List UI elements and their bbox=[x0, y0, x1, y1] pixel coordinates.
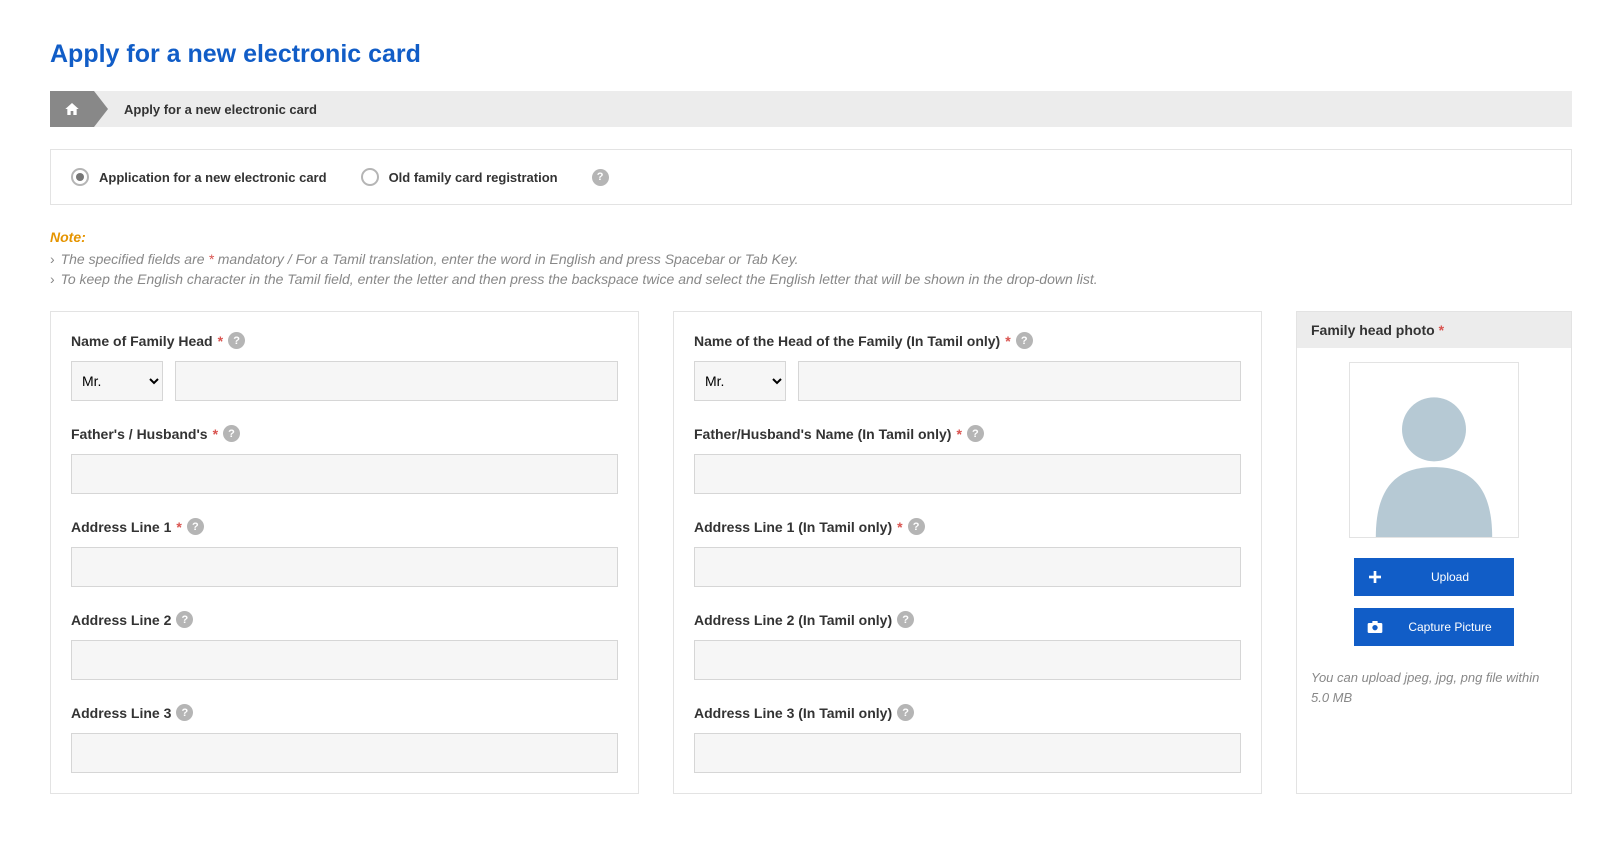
address2-tamil-input[interactable] bbox=[694, 640, 1241, 680]
form-tamil-card: Name of the Head of the Family (In Tamil… bbox=[673, 311, 1262, 794]
note-label: Note: bbox=[50, 229, 1572, 245]
note-text: To keep the English character in the Tam… bbox=[61, 271, 1098, 287]
upload-label: Upload bbox=[1396, 570, 1514, 584]
note-text: The specified fields are bbox=[61, 251, 209, 267]
address3-tamil-input[interactable] bbox=[694, 733, 1241, 773]
name-head-label: Name of Family Head* ? bbox=[71, 332, 618, 349]
name-head-input[interactable] bbox=[175, 361, 618, 401]
home-icon[interactable] bbox=[50, 91, 94, 127]
help-icon[interactable]: ? bbox=[223, 425, 240, 442]
address3-label: Address Line 3 ? bbox=[71, 704, 618, 721]
application-type-panel: Application for a new electronic card Ol… bbox=[50, 149, 1572, 205]
capture-label: Capture Picture bbox=[1396, 620, 1514, 634]
name-head-tamil-label: Name of the Head of the Family (In Tamil… bbox=[694, 332, 1241, 349]
help-icon[interactable]: ? bbox=[187, 518, 204, 535]
notes-section: Note: › The specified fields are * manda… bbox=[50, 229, 1572, 287]
help-icon[interactable]: ? bbox=[592, 169, 609, 186]
help-icon[interactable]: ? bbox=[897, 704, 914, 721]
address1-input[interactable] bbox=[71, 547, 618, 587]
capture-button[interactable]: Capture Picture bbox=[1354, 608, 1514, 646]
radio-old-label: Old family card registration bbox=[389, 170, 558, 185]
camera-icon bbox=[1354, 620, 1396, 634]
photo-note: You can upload jpeg, jpg, png file withi… bbox=[1311, 668, 1557, 707]
help-icon[interactable]: ? bbox=[1016, 332, 1033, 349]
form-english-card: Name of Family Head* ? Mr. Father's / Hu… bbox=[50, 311, 639, 794]
breadcrumb: Apply for a new electronic card bbox=[50, 91, 1572, 127]
father-husband-tamil-input[interactable] bbox=[694, 454, 1241, 494]
radio-new-label: Application for a new electronic card bbox=[99, 170, 327, 185]
title-select[interactable]: Mr. bbox=[71, 361, 163, 401]
radio-indicator-selected bbox=[71, 168, 89, 186]
help-icon[interactable]: ? bbox=[228, 332, 245, 349]
title-select-tamil[interactable]: Mr. bbox=[694, 361, 786, 401]
address2-label: Address Line 2 ? bbox=[71, 611, 618, 628]
address1-label: Address Line 1* ? bbox=[71, 518, 618, 535]
address1-tamil-label: Address Line 1 (In Tamil only)* ? bbox=[694, 518, 1241, 535]
plus-icon bbox=[1354, 569, 1396, 585]
help-icon[interactable]: ? bbox=[176, 704, 193, 721]
address2-input[interactable] bbox=[71, 640, 618, 680]
note-line-1: › The specified fields are * mandatory /… bbox=[50, 251, 1572, 267]
address1-tamil-input[interactable] bbox=[694, 547, 1241, 587]
photo-card: Family head photo * Upload Capture Pictu… bbox=[1296, 311, 1572, 794]
address2-tamil-label: Address Line 2 (In Tamil only) ? bbox=[694, 611, 1241, 628]
upload-button[interactable]: Upload bbox=[1354, 558, 1514, 596]
note-line-2: › To keep the English character in the T… bbox=[50, 271, 1572, 287]
father-husband-tamil-label: Father/Husband's Name (In Tamil only)* ? bbox=[694, 425, 1241, 442]
breadcrumb-current: Apply for a new electronic card bbox=[124, 102, 317, 117]
address3-input[interactable] bbox=[71, 733, 618, 773]
address3-tamil-label: Address Line 3 (In Tamil only) ? bbox=[694, 704, 1241, 721]
photo-placeholder bbox=[1349, 362, 1519, 538]
note-asterisk: * bbox=[208, 251, 213, 267]
father-husband-label: Father's / Husband's* ? bbox=[71, 425, 618, 442]
radio-old-card[interactable]: Old family card registration bbox=[361, 168, 558, 186]
help-icon[interactable]: ? bbox=[176, 611, 193, 628]
radio-new-card[interactable]: Application for a new electronic card bbox=[71, 168, 327, 186]
help-icon[interactable]: ? bbox=[908, 518, 925, 535]
note-text: mandatory / For a Tamil translation, ent… bbox=[218, 251, 799, 267]
photo-header: Family head photo * bbox=[1297, 312, 1571, 348]
name-head-tamil-input[interactable] bbox=[798, 361, 1241, 401]
help-icon[interactable]: ? bbox=[897, 611, 914, 628]
radio-indicator bbox=[361, 168, 379, 186]
help-icon[interactable]: ? bbox=[967, 425, 984, 442]
father-husband-input[interactable] bbox=[71, 454, 618, 494]
page-title: Apply for a new electronic card bbox=[50, 40, 1572, 69]
